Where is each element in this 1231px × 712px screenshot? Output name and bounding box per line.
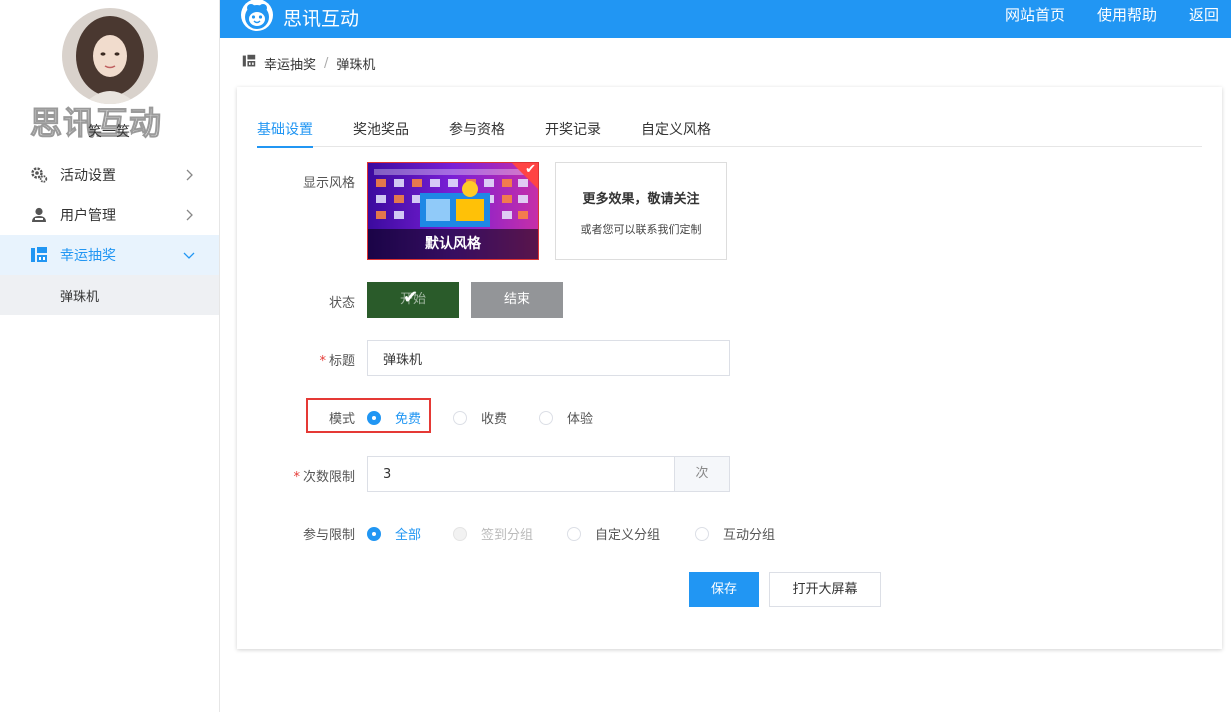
radio-label: 全部 — [395, 528, 422, 543]
radio-label: 体验 — [567, 412, 594, 427]
participation-label: 参与限制 — [302, 528, 355, 543]
style-label: 显示风格 — [302, 176, 355, 191]
count-limit-label-text: 次数限制 — [302, 470, 355, 485]
mode-radio-paid[interactable]: 收费 — [453, 408, 507, 427]
radio-dot — [453, 410, 467, 425]
participation-radio-interactive-group[interactable]: 互动分组 — [695, 524, 775, 543]
chevron-right-icon — [186, 169, 193, 181]
sidebar-subitem-pinball[interactable]: 弹珠机 — [0, 275, 219, 315]
default-style-thumbnail[interactable]: ✔ 默认风格 — [367, 162, 539, 260]
top-nav: 网站首页 使用帮助 返回 — [989, 0, 1231, 30]
radio-label: 签到分组 — [481, 528, 534, 543]
sidebar-item-user-management[interactable]: 用户管理 — [0, 195, 219, 235]
radio-label: 免费 — [395, 412, 422, 427]
tab-eligibility[interactable]: 参与资格 — [449, 115, 505, 147]
radio-label: 自定义分组 — [595, 528, 661, 543]
breadcrumb-separator: / — [324, 55, 329, 71]
status-end-button[interactable]: 结束 — [471, 282, 563, 318]
breadcrumb-current: 弹珠机 — [336, 57, 376, 73]
gear-icon — [30, 166, 48, 184]
tab-custom-style[interactable]: 自定义风格 — [641, 115, 711, 147]
mode-radio-free[interactable]: 免费 — [367, 408, 421, 427]
title-label-text: 标题 — [328, 354, 355, 369]
radio-dot — [367, 410, 381, 425]
title-label: * 标题 — [237, 350, 355, 369]
status-label: 状态 — [328, 296, 355, 311]
nav-help-link[interactable]: 使用帮助 — [1081, 0, 1173, 30]
lottery-icon — [242, 54, 256, 72]
username: 笑一笑 — [88, 124, 130, 140]
radio-dot — [539, 410, 553, 425]
radio-label: 收费 — [481, 412, 508, 427]
participation-radio-custom-group[interactable]: 自定义分组 — [567, 524, 660, 543]
check-icon: ✔ — [525, 162, 536, 177]
count-unit-addon: 次 — [675, 456, 730, 492]
title-input[interactable] — [367, 340, 730, 376]
sidebar-item-label: 幸运抽奖 — [60, 248, 116, 264]
sidebar-item-label: 活动设置 — [60, 168, 116, 184]
breadcrumb: 幸运抽奖 / 弹珠机 — [242, 54, 376, 73]
participation-radio-checkin-group[interactable]: 签到分组 — [453, 524, 533, 543]
sidebar-item-label: 用户管理 — [60, 208, 116, 224]
chevron-down-icon — [183, 252, 195, 259]
radio-dot — [453, 526, 467, 541]
nav-back-link[interactable]: 返回 — [1173, 0, 1231, 30]
brand-title: 思讯互动 — [283, 8, 360, 30]
more-styles-box: 更多效果，敬请关注 或者您可以联系我们定制 — [555, 162, 727, 260]
nav-home-link[interactable]: 网站首页 — [989, 0, 1081, 30]
sidebar-item-activity-settings[interactable]: 活动设置 — [0, 155, 219, 195]
tab-draw-records[interactable]: 开奖记录 — [545, 115, 601, 147]
lottery-icon — [30, 246, 48, 264]
mode-label: 模式 — [328, 412, 355, 427]
more-styles-subtitle: 或者您可以联系我们定制 — [580, 223, 702, 236]
mode-radio-trial[interactable]: 体验 — [539, 408, 593, 427]
top-header: 思讯互动 网站首页 使用帮助 返回 — [220, 0, 1231, 38]
participation-radio-all[interactable]: 全部 — [367, 524, 421, 543]
user-icon — [30, 206, 48, 224]
tab-prize-pool[interactable]: 奖池奖品 — [353, 115, 409, 147]
check-icon: ✔ — [403, 287, 419, 308]
status-start-button[interactable]: 开始 ✔ — [367, 282, 459, 318]
avatar[interactable] — [62, 8, 158, 104]
sidebar-menu: 活动设置 用户管理 幸运抽奖 弹珠机 — [0, 155, 219, 315]
default-style-caption: 默认风格 — [368, 229, 538, 259]
radio-label: 互动分组 — [723, 528, 776, 543]
count-limit-input[interactable] — [367, 456, 675, 492]
count-limit-label: * 次数限制 — [237, 466, 355, 485]
radio-dot — [367, 526, 381, 541]
sidebar-item-lucky-draw[interactable]: 幸运抽奖 — [0, 235, 219, 275]
logo-icon — [241, 0, 273, 31]
sidebar: 思讯互动 笑一笑 活动设置 用户管理 幸运抽奖 弹珠机 — [0, 0, 220, 712]
breadcrumb-item[interactable]: 幸运抽奖 — [264, 54, 316, 73]
radio-dot — [567, 526, 581, 541]
save-button[interactable]: 保存 — [689, 572, 759, 607]
required-mark: * — [319, 354, 326, 369]
radio-dot — [695, 526, 709, 541]
chevron-right-icon — [186, 209, 193, 221]
tab-basic-settings[interactable]: 基础设置 — [257, 115, 313, 148]
required-mark: * — [293, 470, 300, 485]
settings-panel: 基础设置 奖池奖品 参与资格 开奖记录 自定义风格 显示风格 ✔ 默认风格 更多… — [237, 87, 1222, 649]
open-big-screen-button[interactable]: 打开大屏幕 — [769, 572, 881, 607]
tab-bar: 基础设置 奖池奖品 参与资格 开奖记录 自定义风格 — [257, 115, 1202, 148]
more-styles-title: 更多效果，敬请关注 — [582, 192, 700, 207]
